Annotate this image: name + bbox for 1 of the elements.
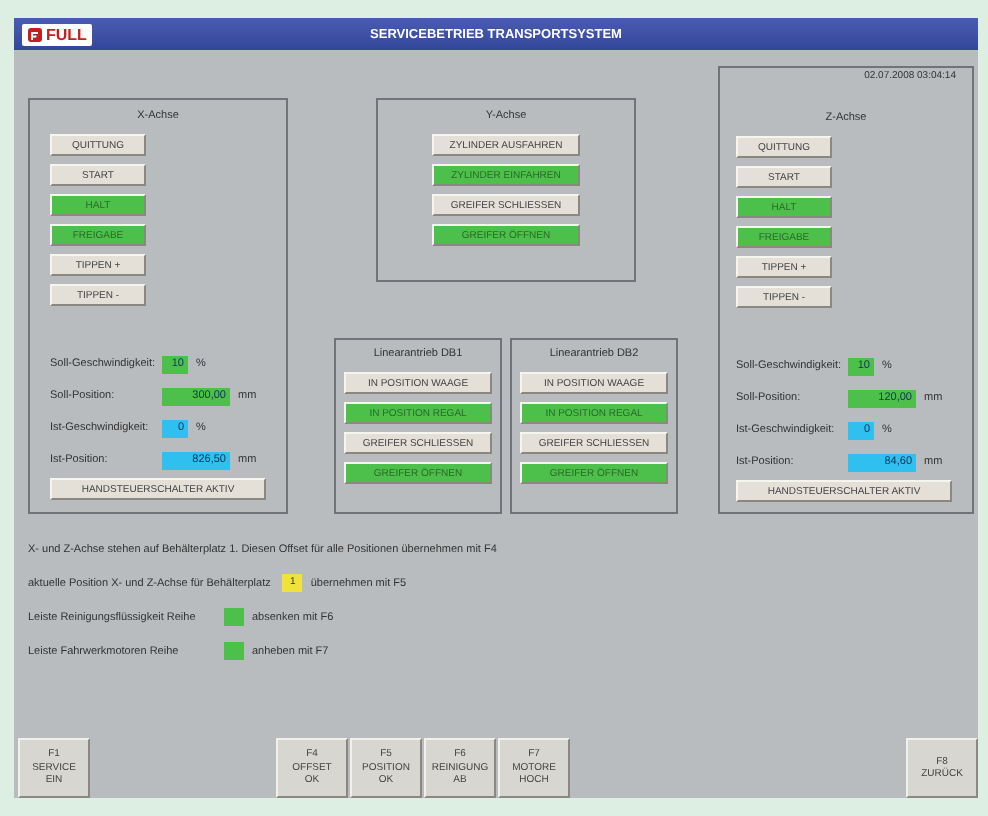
logo: FULL [22,23,93,45]
